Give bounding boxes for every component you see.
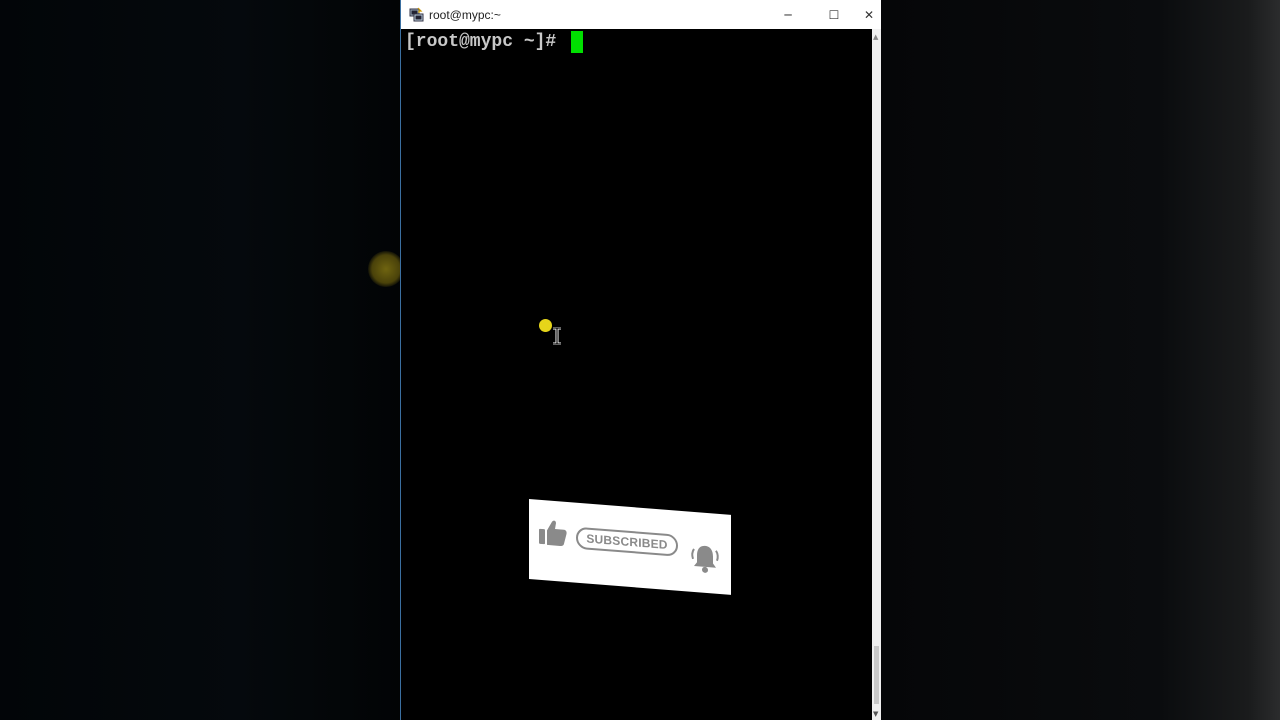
text-cursor	[571, 31, 584, 53]
subscribe-overlay[interactable]: SUBSCRIBED	[529, 499, 731, 595]
ibeam-cursor-icon	[553, 327, 561, 345]
scroll-thumb[interactable]	[874, 646, 879, 704]
title-bar[interactable]: root@mypc:~ ─ ☐ ✕	[401, 0, 881, 29]
blurred-highlight-dot	[368, 251, 404, 287]
window-controls: ─ ☐ ✕	[765, 0, 881, 29]
terminal-window: root@mypc:~ ─ ☐ ✕ [root@mypc ~]# ▲ ▼	[400, 0, 881, 720]
minimize-button[interactable]: ─	[765, 0, 811, 29]
prompt-line: [root@mypc ~]#	[405, 31, 584, 53]
thumbs-up-icon[interactable]	[537, 516, 569, 551]
putty-app-icon[interactable]	[409, 7, 425, 23]
vertical-scrollbar[interactable]: ▲ ▼	[872, 29, 881, 720]
shell-prompt: [root@mypc ~]#	[405, 32, 568, 52]
terminal-area[interactable]: [root@mypc ~]#	[401, 29, 872, 720]
left-background	[0, 0, 400, 720]
right-background	[880, 0, 1280, 720]
bell-icon[interactable]	[689, 541, 721, 578]
subscribed-badge[interactable]: SUBSCRIBED	[576, 526, 678, 557]
subscribed-label: SUBSCRIBED	[586, 531, 668, 552]
scroll-down-arrow-icon[interactable]: ▼	[873, 710, 878, 718]
close-button[interactable]: ✕	[857, 0, 881, 29]
maximize-button[interactable]: ☐	[811, 0, 857, 29]
scroll-up-arrow-icon[interactable]: ▲	[873, 33, 878, 41]
window-title: root@mypc:~	[429, 7, 501, 22]
